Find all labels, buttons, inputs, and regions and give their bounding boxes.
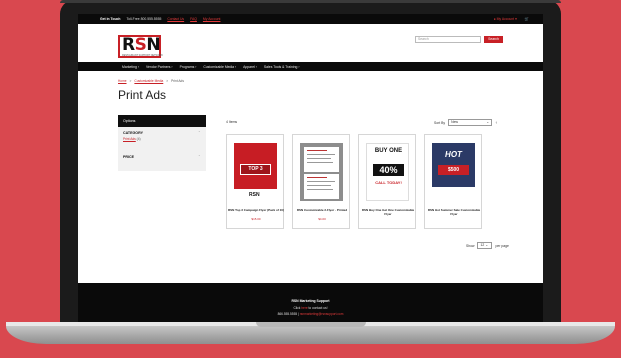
sort-control: Sort By New ⌄ ↑ [434,119,497,126]
sort-label: Sort By [434,120,446,125]
chevron-down-icon: ▾ [515,17,517,21]
thumb-footer: RSN [234,189,277,201]
breadcrumb-separator: > [129,79,132,83]
thumb-subline: CALL TODAY! [375,180,402,185]
nav-item-marketing[interactable]: Marketing › [122,65,139,69]
footer-phone-email: 866.555.5555 | rsnmarketing@rsnsupport.c… [78,312,543,316]
sidebar-heading: Options [118,115,206,127]
main-nav: Marketing › Vendor Partners › Programs ›… [78,62,543,71]
product-name[interactable]: RSN Top 3 Campaign Flyer (Pack of 10) [228,208,284,213]
nav-item-customizable-media[interactable]: Customizable Media › [203,65,236,69]
lid-edge [60,0,561,3]
chevron-up-icon[interactable]: ˆ [199,154,200,159]
filter-category-print-ads[interactable]: Print Ads (4) [123,137,141,141]
search-input[interactable]: Search [415,36,481,43]
per-page-label: per page [495,243,509,248]
product-image[interactable] [300,143,343,201]
footer-click-prefix: Click [293,306,301,310]
thumb-headline: BUY ONE [374,148,403,154]
footer-click-suffix: to contact us! [308,306,328,310]
filter-category-label[interactable]: CATEGORY [123,131,143,135]
thumb-page [304,174,339,199]
thumb-headline: HOT [445,150,462,159]
thumb-save: $500 [438,165,469,175]
product-price: $15.00 [251,217,261,221]
per-page-select[interactable]: 12 ⌄ [477,242,493,249]
nav-item-apparel[interactable]: Apparel › [243,65,257,69]
breadcrumb: Home > Customizable Media > Print Ads [118,79,184,83]
thumb-line [307,150,327,151]
product-card[interactable]: HOT $500 RSN Hot Summer Sale Customizabl… [424,134,482,229]
chevron-up-icon[interactable]: ˆ [199,130,200,135]
faq-link[interactable]: FAQ [190,17,197,21]
my-account-link[interactable]: My Account [203,17,221,21]
footer-contact-line: Click here to contact us! [78,306,543,310]
breadcrumb-customizable-media[interactable]: Customizable Media [134,79,163,83]
cart-icon[interactable]: 🛒 [525,17,529,21]
page-title: Print Ads [118,88,167,102]
thumb-footer [432,187,475,201]
sidebar-filters: CATEGORY ˆ Print Ads (4) PRICE ˆ [118,127,206,171]
user-icon: ● [493,17,496,21]
footer-here-link[interactable]: here [301,306,307,310]
nav-item-programs[interactable]: Programs › [180,65,197,69]
footer-email-link[interactable]: rsnmarketing@rsnsupport.com [300,312,344,316]
filter-option-count: (4) [136,137,141,141]
laptop-screen: Get in Touch Toll-Free 800.555.5555 Cont… [78,14,543,324]
footer-title: RSN Marketing Support [291,299,330,303]
product-image[interactable]: BUY ONE 40% CALL TODAY! [366,143,409,201]
logo-tagline: RESTAURANT SUPPORT NETWORK [122,54,163,57]
product-card[interactable]: BUY ONE 40% CALL TODAY! RSN Buy One Get … [358,134,416,229]
thumb-badge: TOP 3 [240,164,271,175]
top-bar-left: Get in Touch Toll-Free 800.555.5555 Cont… [100,17,220,21]
product-card[interactable]: RSN Customizable 2-Flyer - Printed $4.00 [292,134,350,229]
thumb-logo: RSN [249,192,260,198]
product-card[interactable]: TOP 3 RSN RSN Top 3 Campaign Flyer (Pack… [226,134,284,229]
site-footer: RSN Marketing Support Click here to cont… [78,283,543,324]
get-in-touch-label: Get in Touch [100,17,121,21]
site-logo[interactable]: RSN RESTAURANT SUPPORT NETWORK [118,35,163,58]
show-label: Show [466,243,475,248]
contact-us-link[interactable]: Contact Us [167,17,184,21]
sort-select[interactable]: New ⌄ [448,119,493,126]
thumb-line [307,158,331,159]
thumb-line [307,154,335,155]
per-page-value: 12 [480,243,485,247]
top-bar: Get in Touch Toll-Free 800.555.5555 Cont… [78,14,543,24]
chevron-down-icon: ⌄ [486,120,490,124]
product-name[interactable]: RSN Hot Summer Sale Customizable Flyer [426,208,482,216]
account-menu[interactable]: ● My Account ▾ [494,17,517,21]
per-page-control: Show 12 ⌄ per page [466,242,509,249]
product-image[interactable]: HOT $500 [432,143,475,201]
product-name[interactable]: RSN Buy One Get One Customizable Flyer [360,208,416,216]
top-bar-right: ● My Account ▾ 🛒 [494,17,529,21]
product-image[interactable]: TOP 3 RSN [234,143,277,201]
thumb-percent: 40% [373,164,404,176]
nav-item-vendor-partners[interactable]: Vendor Partners › [146,65,173,69]
logo-mark: RSN [122,35,161,55]
breadcrumb-separator: > [166,79,169,83]
items-count: 4 Items [226,120,238,124]
thumb-line [307,185,331,186]
thumb-page [304,147,339,172]
laptop-notch [256,322,366,327]
sort-direction-icon[interactable]: ↑ [495,120,497,125]
thumb-line [307,177,327,178]
account-menu-label: My Account [496,17,515,21]
thumb-line [307,181,335,182]
thumb-line [307,162,333,163]
nav-item-sales-tools[interactable]: Sales Tools & Training › [264,65,300,69]
chevron-down-icon: ⌄ [485,243,489,247]
product-name[interactable]: RSN Customizable 2-Flyer - Printed [294,208,350,213]
breadcrumb-home[interactable]: Home [118,79,127,83]
search-button[interactable]: Search [484,36,503,43]
product-price: $4.00 [318,217,326,221]
toll-free-text: Toll-Free 800.555.5555 [126,17,162,21]
filter-option-label: Print Ads [123,137,136,141]
sort-select-value: New [451,120,458,124]
filter-price-label[interactable]: PRICE [123,155,134,159]
breadcrumb-current: Print Ads [171,79,184,83]
thumb-line [307,189,333,190]
footer-phone: 866.555.5555 | [277,312,299,316]
